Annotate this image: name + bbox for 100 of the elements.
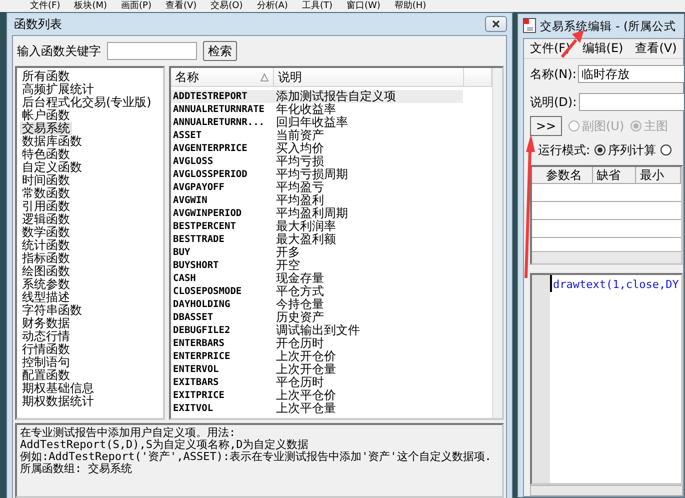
radio-button[interactable]: 序列计算 xyxy=(594,142,656,158)
radio-button[interactable] xyxy=(660,144,672,156)
category-item[interactable]: 时间函数 xyxy=(20,174,72,187)
function-name: ASSET xyxy=(172,129,203,142)
code-editor[interactable]: drawtext(1,close,DY xyxy=(530,273,683,485)
category-item[interactable]: 控制语句 xyxy=(20,356,72,369)
function-row[interactable]: BUY 开多 xyxy=(171,246,463,259)
category-item[interactable]: 指标函数 xyxy=(20,252,72,265)
category-item[interactable]: 后台程式化交易(专业版) xyxy=(20,96,154,109)
help-text: 例如:AddTestReport('资产',ASSET):表示在专业测试报告中添加'资产'这个自定义数据项. xyxy=(20,451,492,463)
function-description: 添加测试报告自定义项 xyxy=(275,90,396,103)
function-description: 历史资产 xyxy=(275,311,324,324)
function-row[interactable]: ENTERVOL 上次开仓量 xyxy=(171,363,463,376)
column-header[interactable]: 名称 xyxy=(175,68,199,86)
category-item[interactable]: 数学函数 xyxy=(20,226,72,239)
function-row[interactable]: DBASSET 历史资产 xyxy=(171,311,463,324)
category-item[interactable]: 字符串函数 xyxy=(20,304,84,317)
category-item[interactable]: 所有函数 xyxy=(20,70,72,83)
menu-item[interactable]: 查看(V) xyxy=(165,0,197,12)
search-button[interactable]: 检索 xyxy=(203,41,237,61)
function-name: EXITBARS xyxy=(172,376,220,389)
description-field[interactable] xyxy=(578,93,684,111)
menu-item[interactable]: 编辑(E) xyxy=(582,40,624,57)
function-row[interactable]: AVGWINPERIOD 平均盈利周期 xyxy=(171,207,463,220)
category-item[interactable]: 特色函数 xyxy=(20,148,72,161)
category-item[interactable]: 数据库函数 xyxy=(20,135,84,148)
category-item[interactable]: 线型描述 xyxy=(20,291,72,304)
function-row[interactable]: AVGWIN 平均盈利 xyxy=(171,194,463,207)
function-name: DAYHOLDING xyxy=(172,298,232,311)
function-name: AVGENTERPRICE xyxy=(172,142,248,155)
name-field[interactable]: 临时存放 xyxy=(578,65,684,83)
function-name: CLOSEPOSMODE xyxy=(172,285,243,298)
function-name: DEBUGFILE2 xyxy=(172,324,232,337)
column-header[interactable]: 说明 xyxy=(278,68,302,86)
function-row[interactable]: AVGENTERPRICE 买入均价 xyxy=(171,142,463,155)
function-row[interactable]: BESTTRADE 最大盈利额 xyxy=(171,233,463,246)
function-row[interactable]: ENTERPRICE 上次开仓价 xyxy=(171,350,463,363)
function-row[interactable]: ADDTESTREPORT 添加测试报告自定义项 xyxy=(171,90,463,103)
function-row[interactable]: BESTPERCENT 最大利润率 xyxy=(171,220,463,233)
category-item[interactable]: 行情函数 xyxy=(20,343,72,356)
category-item[interactable]: 系统参数 xyxy=(20,278,72,291)
category-item[interactable]: 期权数据统计 xyxy=(20,395,96,408)
function-row[interactable]: EXITBARS 平仓历时 xyxy=(171,376,463,389)
function-name: ENTERVOL xyxy=(172,363,220,376)
function-row[interactable]: CASH 现金存量 xyxy=(171,272,463,285)
function-description: 平仓历时 xyxy=(275,376,324,389)
category-item[interactable]: 统计函数 xyxy=(20,239,72,252)
category-item[interactable]: 交易系统 xyxy=(20,122,72,135)
function-row[interactable]: ANNUALRETURNRATE 年化收益率 xyxy=(171,103,463,116)
function-description: 平均盈利 xyxy=(275,194,324,207)
category-item[interactable]: 财务数据 xyxy=(20,317,72,330)
category-item[interactable]: 动态行情 xyxy=(20,330,72,343)
close-button[interactable] xyxy=(485,16,507,32)
close-icon xyxy=(492,20,500,28)
search-field[interactable] xyxy=(107,42,197,60)
sort-icon xyxy=(260,72,269,82)
scrollbar[interactable] xyxy=(532,251,681,263)
function-row[interactable]: ANNUALRETURNR... 回归年收益率 xyxy=(171,116,463,129)
field-label: 说明(D): xyxy=(530,94,577,110)
function-row[interactable]: AVGPAYOFF 平均盈亏 xyxy=(171,181,463,194)
function-description: 最大盈利额 xyxy=(275,233,336,246)
function-row[interactable]: EXITPRICE 上次平仓价 xyxy=(171,389,463,402)
scrollbar[interactable] xyxy=(492,68,502,418)
menu-item[interactable]: 板块(M) xyxy=(74,0,107,12)
scrollbar[interactable] xyxy=(530,485,683,496)
category-item[interactable]: 引用函数 xyxy=(20,200,72,213)
function-row[interactable]: AVGLOSS 平均亏损 xyxy=(171,155,463,168)
category-item[interactable]: 自定义函数 xyxy=(20,161,84,174)
function-row[interactable]: EXITVOL 上次平仓量 xyxy=(171,402,463,415)
function-description: 最大利润率 xyxy=(275,220,336,233)
field-label: 名称(N): xyxy=(530,66,576,82)
menu-item[interactable]: 帮助(H) xyxy=(394,0,426,12)
menu-item[interactable]: 文件(F) xyxy=(30,0,60,12)
category-item[interactable]: 绘图函数 xyxy=(20,265,72,278)
function-description: 平均盈利周期 xyxy=(275,207,348,220)
function-name: ANNUALRETURNRATE xyxy=(172,103,266,116)
expand-button[interactable]: >> xyxy=(530,116,562,136)
menu-item[interactable]: 画面(P) xyxy=(121,0,152,12)
menu-item[interactable]: 分析(A) xyxy=(256,0,288,12)
function-description: 开空 xyxy=(275,259,300,272)
function-row[interactable]: BUYSHORT 开空 xyxy=(171,259,463,272)
function-row[interactable]: DEBUGFILE2 调试输出到文件 xyxy=(171,324,463,337)
category-item[interactable]: 期权基础信息 xyxy=(20,382,96,395)
function-row[interactable]: AVGLOSSPERIOD 平均亏损周期 xyxy=(171,168,463,181)
category-item[interactable]: 逻辑函数 xyxy=(20,213,72,226)
category-item[interactable]: 常数函数 xyxy=(20,187,72,200)
function-name: BUYSHORT xyxy=(172,259,220,272)
menu-item[interactable]: 窗口(W) xyxy=(346,0,380,12)
function-row[interactable]: DAYHOLDING 今持仓量 xyxy=(171,298,463,311)
function-row[interactable]: ENTERBARS 开仓历时 xyxy=(171,337,463,350)
menu-item[interactable]: 工具(T) xyxy=(302,0,332,12)
function-row[interactable]: ASSET 当前资产 xyxy=(171,129,463,142)
menu-item[interactable]: 查看(V) xyxy=(635,40,677,57)
function-name: ENTERPRICE xyxy=(172,350,232,363)
category-item[interactable]: 高频扩展统计 xyxy=(20,83,96,96)
category-item[interactable]: 配置函数 xyxy=(20,369,72,382)
function-description: 买入均价 xyxy=(275,142,324,155)
menu-item[interactable]: 交易(O) xyxy=(210,0,243,12)
function-row[interactable]: CLOSEPOSMODE 平仓方式 xyxy=(171,285,463,298)
category-item[interactable]: 帐户函数 xyxy=(20,109,72,122)
